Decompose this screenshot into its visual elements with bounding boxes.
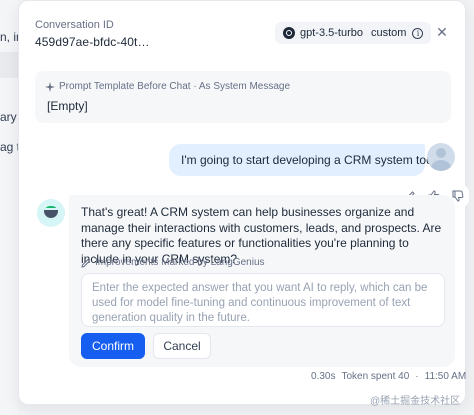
conversation-panel: Conversation ID 459d97ae-bfdc-40t… gpt-3…	[18, 0, 469, 405]
openai-icon	[283, 27, 295, 39]
conversation-id-label: Conversation ID	[35, 19, 114, 31]
mode-label: custom	[371, 27, 407, 39]
sparkle-icon	[45, 81, 55, 92]
assistant-avatar	[37, 199, 65, 227]
avatar-body	[431, 160, 451, 171]
conversation-id-value: 459d97ae-bfdc-40t…	[35, 35, 150, 49]
system-prompt-title: Prompt Template Before Chat · As System …	[45, 81, 290, 92]
info-icon[interactable]: i	[412, 27, 424, 39]
background-text-fragment: ary	[0, 110, 17, 124]
system-prompt-box: Prompt Template Before Chat · As System …	[35, 71, 451, 123]
message-time: 11:50 AM	[424, 371, 467, 382]
latency: 0.30s	[311, 371, 336, 382]
mode-badge[interactable]: custom i	[363, 22, 432, 44]
watermark: @稀土掘金技术社区	[370, 396, 461, 407]
background-sidebar: n, in ary ag to	[0, 0, 27, 415]
model-badge: gpt-3.5-turbo	[275, 22, 371, 44]
edit-pen-icon	[81, 258, 91, 268]
panel-header: Conversation ID 459d97ae-bfdc-40t… gpt-3…	[19, 1, 465, 63]
avatar-head	[436, 148, 446, 158]
improvement-label-text: Improvements Marked by LangGenius	[95, 257, 265, 268]
improvement-label: Improvements Marked by LangGenius	[81, 257, 265, 268]
improvement-answer-input[interactable]	[81, 273, 445, 327]
close-icon[interactable]: ✕	[433, 23, 451, 41]
model-name: gpt-3.5-turbo	[300, 27, 363, 39]
avatar-bowl	[44, 210, 58, 218]
system-prompt-title-text: Prompt Template Before Chat · As System …	[59, 81, 291, 92]
assistant-message-card: That's great! A CRM system can help busi…	[69, 195, 455, 367]
background-input	[0, 52, 18, 78]
meta-separator: ·	[415, 371, 419, 382]
user-message-bubble: I'm going to start developing a CRM syst…	[169, 144, 448, 176]
token-count: Token spent 40	[341, 371, 410, 382]
confirm-button[interactable]: Confirm	[81, 333, 145, 359]
message-meta: 0.30s Token spent 40 · 11:50 AM	[311, 371, 466, 382]
user-avatar	[427, 143, 455, 171]
system-prompt-value: [Empty]	[47, 99, 88, 113]
thumbs-down-icon	[452, 190, 464, 202]
cancel-button[interactable]: Cancel	[153, 333, 211, 359]
